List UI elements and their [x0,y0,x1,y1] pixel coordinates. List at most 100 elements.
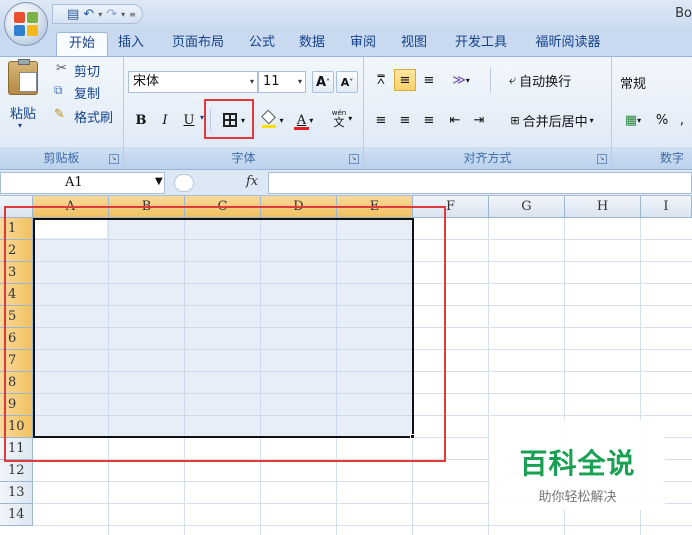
align-top-icon: ⩞ [377,72,385,88]
row-header-12[interactable]: 12 [0,460,33,482]
clipboard-launcher-icon[interactable]: ↘ [109,154,119,164]
orientation-icon: ≫ [452,72,466,88]
clipboard-group: 粘贴 ▾ ✂ 剪切 ⧉ 复制 ✎ 格式刷 剪贴板 ↘ [0,57,124,169]
watermark-subtitle: 助你轻松解决 [538,490,617,505]
wrap-text-label: 自动换行 [519,74,572,90]
tab-developer[interactable]: 开发工具 [448,32,514,56]
align-left-icon: ≡ [375,112,387,128]
align-center-button[interactable]: ≡ [394,109,416,131]
accounting-format-button[interactable]: ▦ ▾ [616,109,650,131]
font-name-select[interactable]: 宋体 ▾ [128,71,258,93]
separator [490,67,491,93]
font-launcher-icon[interactable]: ↘ [349,154,359,164]
align-middle-icon: ≡ [399,72,411,88]
office-button[interactable] [4,2,48,46]
orientation-button[interactable]: ≫ ▾ [444,69,478,91]
bold-button[interactable]: B [130,109,152,131]
range-highlight-box [4,206,446,462]
office-logo-icon [14,12,38,36]
undo-dropdown-icon[interactable]: ▾ [98,10,102,19]
comma-style-icon[interactable]: , [674,109,690,131]
merge-center-button[interactable]: ⊞ 合并后居中 ▾ [498,109,606,131]
formula-bar: A1 ▼ fx [0,170,692,196]
row-header-14[interactable]: 14 [0,504,33,526]
tab-foxit-reader[interactable]: 福昕阅读器 [528,32,608,56]
phonetic-icon: wén 文 [331,109,347,129]
tab-view[interactable]: 视图 [395,32,433,56]
shrink-font-button[interactable]: A ˅ [336,71,358,93]
align-right-button[interactable]: ≡ [418,109,440,131]
row-header-13[interactable]: 13 [0,482,33,504]
scissors-icon: ✂ [56,61,67,76]
chevron-down-icon: ▾ [297,77,302,86]
phonetic-guide-button[interactable]: wén 文 ▾ [324,107,360,129]
format-painter-button[interactable]: 格式刷 [74,107,113,126]
copy-icon: ⧉ [54,83,63,97]
merge-center-icon: ⊞ [510,113,520,127]
formula-bar-resize-handle[interactable] [174,174,194,192]
customize-qat-icon[interactable]: ≡ [129,10,136,19]
align-top-button[interactable]: ⩞ [370,69,392,91]
tab-insert[interactable]: 插入 [112,32,150,56]
font-group: 宋体 ▾ 11 ▾ A ˄ A ˅ B I U ▾ ▾ ▾ A ▾ wén 文 … [124,57,364,169]
align-bottom-button[interactable]: ≡ [418,69,440,91]
align-center-icon: ≡ [399,112,411,128]
align-middle-button[interactable]: ≡ [394,69,416,91]
cut-button[interactable]: 剪切 [74,61,100,80]
formula-input[interactable] [268,172,692,194]
wrap-text-button[interactable]: ⤶ 自动换行 [498,69,582,91]
number-format-select[interactable]: 常规 [620,73,646,92]
tab-home[interactable]: 开始 [56,32,108,56]
tab-review[interactable]: 审阅 [344,32,382,56]
paste-dropdown-icon[interactable]: ▾ [18,121,22,130]
alignment-launcher-icon[interactable]: ↘ [597,154,607,164]
tab-formulas[interactable]: 公式 [243,32,281,56]
font-group-label: 字体 [124,147,363,169]
save-icon[interactable]: ▤ [67,7,79,22]
paste-button[interactable]: 粘贴 [10,103,36,122]
insert-function-icon[interactable]: fx [246,174,258,189]
font-name-value: 宋体 [133,74,160,89]
underline-button[interactable]: U [178,109,200,131]
align-left-button[interactable]: ≡ [370,109,392,131]
name-box-dropdown-icon[interactable]: ▼ [155,176,163,187]
clipboard-group-label: 剪贴板 [0,147,123,169]
column-header-g[interactable]: G [489,196,565,218]
grow-font-icon: A [315,74,327,90]
decrease-indent-icon: ⇤ [449,112,461,128]
format-painter-icon: ✎ [54,107,65,122]
wrap-text-icon: ⤶ [508,72,517,88]
decrease-indent-button[interactable]: ⇤ [444,109,466,131]
increase-indent-button[interactable]: ⇥ [468,109,490,131]
percent-style-button[interactable]: % [652,109,672,131]
undo-icon[interactable]: ↶ [83,7,94,22]
column-header-i[interactable]: I [641,196,692,218]
merge-dropdown-icon: ▾ [589,115,594,125]
shrink-font-icon: A [340,75,350,89]
name-box[interactable]: A1 [0,172,165,194]
font-size-select[interactable]: 11 ▾ [258,71,306,93]
number-group-label: 数字 [612,147,692,169]
column-header-h[interactable]: H [565,196,641,218]
copy-button[interactable]: 复制 [74,83,100,102]
title-bar: ▤ ↶ ▾ ↷ ▾ ≡ Bo [0,0,692,30]
align-bottom-icon: ≡ [423,72,435,88]
window-title: Bo [675,6,692,21]
paste-icon[interactable] [8,59,38,95]
font-color-icon: A [296,112,307,128]
alignment-group: ⩞ ≡ ≡ ≫ ▾ ⤶ 自动换行 ≡ ≡ ≡ ⇤ ⇥ ⊞ 合并后居中 ▾ 对齐方式… [364,57,612,169]
font-size-value: 11 [263,74,280,89]
alignment-group-label: 对齐方式 [364,147,611,169]
currency-icon: ▦ [624,112,638,128]
font-color-swatch [294,127,309,130]
fill-color-button[interactable]: ▾ [258,109,288,131]
grow-font-button[interactable]: A ˄ [312,71,334,93]
redo-dropdown-icon[interactable]: ▾ [121,10,125,19]
redo-icon[interactable]: ↷ [106,7,117,22]
italic-button[interactable]: I [154,109,176,131]
fill-bucket-icon [261,109,277,128]
tab-data[interactable]: 数据 [293,32,331,56]
ribbon: 粘贴 ▾ ✂ 剪切 ⧉ 复制 ✎ 格式刷 剪贴板 ↘ 宋体 ▾ 11 ▾ A ˄ … [0,56,692,170]
watermark: 百科全说 助你轻松解决 [490,420,665,510]
tab-page-layout[interactable]: 页面布局 [160,32,236,56]
